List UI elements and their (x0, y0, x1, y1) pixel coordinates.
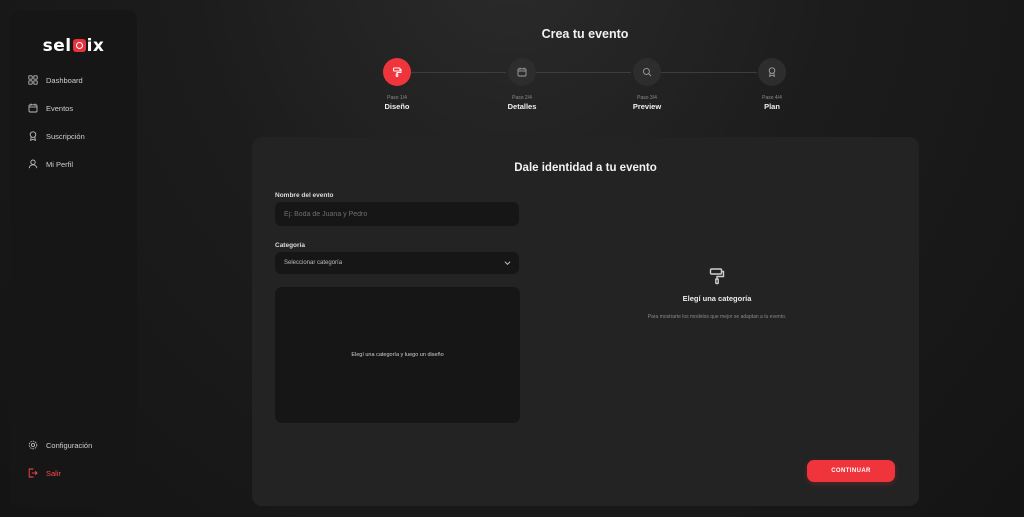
step-diseno[interactable]: Paso 1/4 Diseño (367, 58, 427, 111)
step-detalles[interactable]: Paso 2/4 Detalles (492, 58, 552, 111)
logout-icon (28, 468, 38, 478)
step-circle (508, 58, 536, 86)
award-icon (29, 131, 37, 141)
design-picker[interactable]: Elegí una categoría y luego un diseño (275, 287, 520, 423)
step-number: Paso 4/4 (762, 95, 782, 101)
paint-roller-icon (709, 268, 725, 285)
continue-button[interactable]: CONTINUAR (807, 460, 895, 482)
step-label: Plan (764, 102, 780, 111)
sidebar-item-dashboard[interactable]: Dashboard (28, 73, 83, 87)
brand-logo-suffix: ix (86, 36, 105, 56)
sidebar-item-configuracion[interactable]: Configuración (28, 438, 92, 452)
step-label: Preview (632, 102, 662, 111)
event-name-input[interactable] (275, 202, 519, 226)
category-label: Categoría (275, 242, 305, 249)
design-picker-hint: Elegí una categoría y luego un diseño (351, 352, 444, 358)
step-plan[interactable]: Paso 4/4 Plan (742, 58, 802, 111)
award-icon (768, 67, 776, 77)
step-circle (758, 58, 786, 86)
form-title: Dale identidad a tu evento (514, 162, 657, 174)
sidebar-item-mi-perfil[interactable]: Mi Perfil (28, 157, 73, 171)
user-icon (28, 159, 38, 169)
step-label: Detalles (507, 102, 537, 111)
step-label: Diseño (384, 102, 410, 111)
preview-text: Para mostrarte los modelos que mejor se … (647, 314, 787, 320)
calendar-icon (517, 67, 527, 77)
sidebar: sel ix Dashboard Eventos Suscripción Mi P… (10, 10, 137, 507)
event-form-card: Dale identidad a tu evento Nombre del ev… (252, 137, 919, 506)
search-icon (642, 67, 652, 77)
sidebar-item-label: Configuración (46, 440, 93, 450)
category-selected-value: Seleccionar categoría (284, 260, 343, 266)
page-title: Crea tu evento (541, 27, 629, 41)
brand-mark-icon (72, 39, 86, 52)
preview-title: Elegí una categoría (682, 294, 752, 303)
sidebar-item-label: Salir (46, 468, 62, 478)
step-preview[interactable]: Paso 3/4 Preview (617, 58, 677, 111)
sidebar-item-eventos[interactable]: Eventos (28, 101, 73, 115)
sidebar-item-label: Dashboard (46, 75, 83, 85)
step-number: Paso 3/4 (637, 95, 657, 101)
sidebar-item-label: Eventos (46, 103, 74, 113)
paint-roller-icon (393, 67, 402, 77)
chevron-down-icon (504, 261, 511, 265)
sidebar-item-label: Mi Perfil (46, 159, 74, 169)
dashboard-grid-icon (28, 75, 38, 85)
preview-panel: Elegí una categoría Para mostrarte los m… (552, 267, 882, 347)
calendar-icon (28, 103, 38, 113)
brand-logo-prefix: sel (42, 36, 72, 56)
event-name-label: Nombre del evento (275, 192, 334, 199)
sidebar-item-salir[interactable]: Salir (28, 466, 61, 480)
step-number: Paso 1/4 (387, 95, 407, 101)
sidebar-item-label: Suscripción (46, 131, 85, 141)
step-number: Paso 2/4 (512, 95, 532, 101)
step-circle (383, 58, 411, 86)
step-circle (633, 58, 661, 86)
brand-logo[interactable]: sel ix (10, 36, 137, 56)
gear-icon (28, 440, 38, 450)
sidebar-item-suscripcion[interactable]: Suscripción (28, 129, 85, 143)
stepper: Paso 1/4 Diseño Paso 2/4 Detalles Paso 3… (360, 58, 800, 118)
category-select[interactable]: Seleccionar categoría (275, 252, 519, 274)
